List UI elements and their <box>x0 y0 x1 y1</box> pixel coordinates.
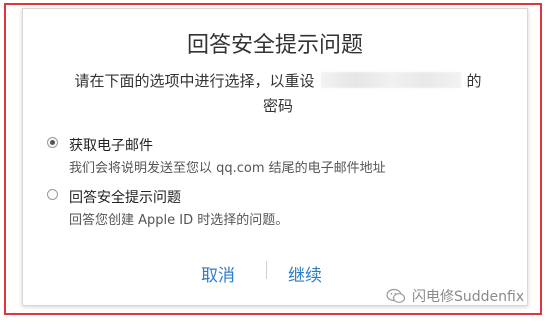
option-email-description: 我们会将说明发送至您以 qq.com 结尾的电子邮件地址 <box>69 161 386 176</box>
dialog-title: 回答安全提示问题 <box>186 33 363 58</box>
dialog-buttons: 取消 继续 <box>23 261 527 286</box>
redacted-apple-id <box>320 72 461 88</box>
watermark-text: 闪电修Suddenfix <box>412 289 525 305</box>
button-divider <box>266 261 267 279</box>
watermark: 闪电修Suddenfix <box>386 286 524 306</box>
wechat-icon <box>386 288 406 303</box>
subtitle-text-after: 的 <box>466 72 482 90</box>
security-question-dialog: 回答安全提示问题 请在下面的选项中进行选择，以重设 的 密码 获取电子邮件 我们会… <box>22 8 528 306</box>
option-security-question-label: 回答安全提示问题 <box>69 190 181 206</box>
dialog-subtitle: 请在下面的选项中进行选择，以重设 的 密码 <box>63 69 493 119</box>
continue-button[interactable]: 继续 <box>288 261 322 286</box>
subtitle-text-before: 请在下面的选项中进行选择，以重设 <box>74 72 315 90</box>
radio-security-question[interactable] <box>47 189 58 200</box>
option-email-label: 获取电子邮件 <box>69 138 153 154</box>
subtitle-text-line2: 密码 <box>262 97 293 115</box>
radio-email[interactable] <box>47 137 58 148</box>
cancel-button[interactable]: 取消 <box>201 261 235 286</box>
option-security-question-description: 回答您创建 Apple ID 时选择的问题。 <box>69 213 289 228</box>
